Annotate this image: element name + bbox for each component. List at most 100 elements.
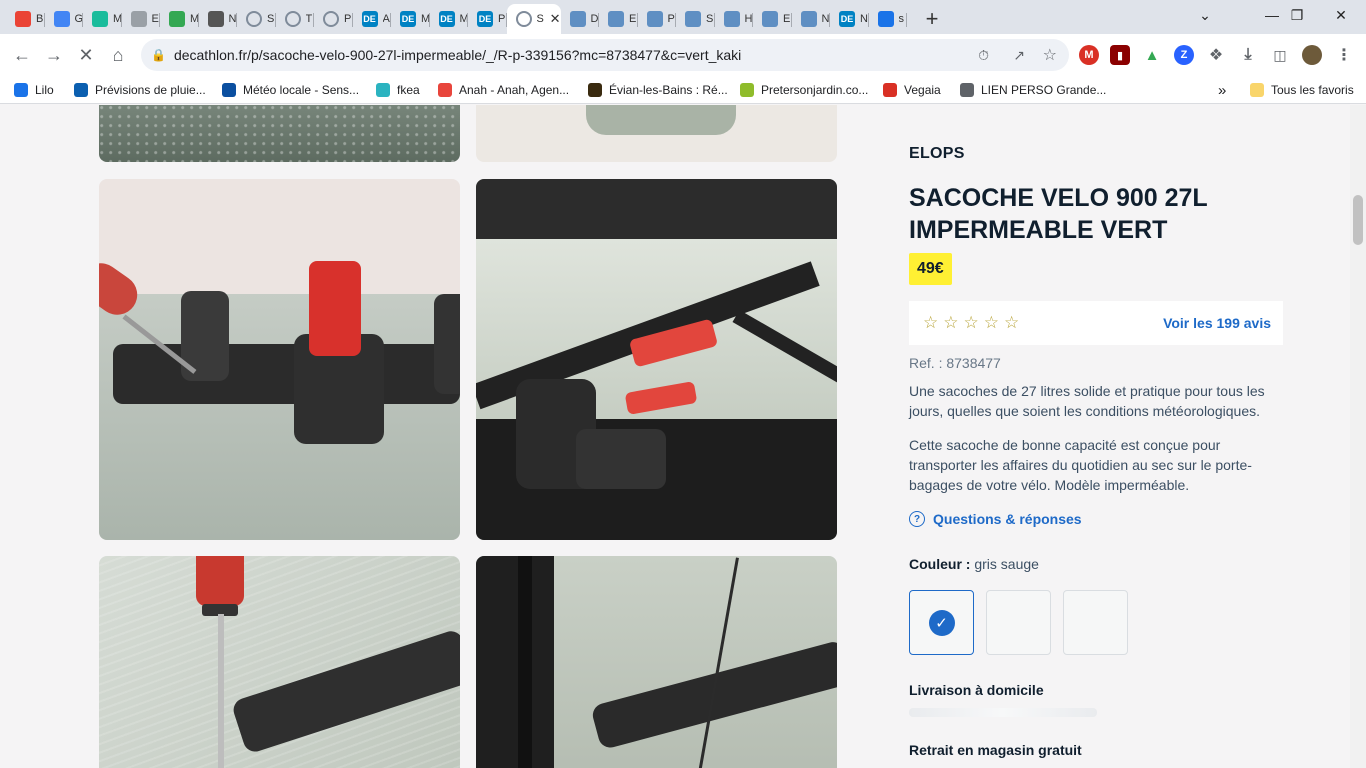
product-page: ELOPS SACOCHE VELO 900 27L IMPERMEABLE V…	[0, 105, 1350, 768]
loading-icon	[323, 11, 339, 27]
performance-icon[interactable]: ⏱	[978, 47, 989, 64]
side-panel-icon[interactable]: ◫	[1270, 45, 1290, 65]
tab-18[interactable]: S	[676, 4, 715, 34]
bookmark-label: Lilo	[35, 83, 54, 97]
bookmark-item[interactable]: Lilo	[14, 76, 54, 104]
tab-8[interactable]: T	[276, 4, 315, 34]
tab-12[interactable]: DE M	[430, 4, 468, 34]
reviews-link[interactable]: Voir les 199 avis	[1163, 315, 1271, 331]
bookmark-item[interactable]: Vegaia	[883, 76, 941, 104]
bookmarks-bar: Lilo Prévisions de pluie... Météo locale -…	[0, 76, 1366, 104]
home-icon[interactable]: ⌂	[102, 39, 134, 71]
tab-7[interactable]: S	[237, 4, 276, 34]
product-brand[interactable]: ELOPS	[909, 145, 965, 163]
product-title: SACOCHE VELO 900 27L IMPERMEABLE VERT	[909, 184, 1208, 244]
share-icon[interactable]: ↗	[1013, 47, 1025, 64]
tab-1[interactable]: B	[6, 4, 45, 34]
color-swatch-selected[interactable]: ✓	[909, 590, 974, 655]
forward-icon[interactable]: →	[38, 39, 70, 71]
tab-title: P	[498, 13, 506, 25]
bookmark-item[interactable]: Pretersonjardin.co...	[740, 76, 868, 104]
bookmark-favicon-icon	[222, 83, 236, 97]
bookmark-item[interactable]: fkea	[376, 76, 420, 104]
page-scrollbar[interactable]	[1350, 105, 1366, 768]
address-bar[interactable]: 🔒 decathlon.fr/p/sacoche-velo-900-27l-im…	[141, 39, 1069, 71]
tab-22[interactable]: DE N	[830, 4, 869, 34]
tab-5[interactable]: M	[160, 4, 199, 34]
tab-search-icon[interactable]: ⌄	[1183, 0, 1227, 30]
tab-14[interactable]: S ✕	[506, 4, 561, 34]
extension-m-icon[interactable]: M	[1079, 45, 1099, 65]
new-tab-button[interactable]: +	[917, 4, 947, 34]
tab-20[interactable]: E	[753, 4, 792, 34]
product-photo-top-left[interactable]	[99, 105, 460, 162]
bookmark-favicon-icon	[588, 83, 602, 97]
c-icon	[646, 11, 663, 27]
download-icon[interactable]: ⤓	[1238, 45, 1258, 65]
url-text[interactable]: decathlon.fr/p/sacoche-velo-900-27l-impe…	[174, 47, 741, 63]
tab-11[interactable]: DE M	[391, 4, 430, 34]
tab-6[interactable]: N	[199, 4, 238, 34]
tab-19[interactable]: H	[715, 4, 754, 34]
questions-answers-link[interactable]: ? Questions & réponses	[909, 511, 1082, 527]
pickup-title: Retrait en magasin gratuit	[909, 742, 1082, 758]
restore-button[interactable]: ❐	[1275, 0, 1319, 30]
tab-title: D	[590, 13, 599, 25]
decathlon-icon: DE	[361, 11, 378, 27]
tab-21[interactable]: N	[792, 4, 831, 34]
tab-bar: B G M E M N S T P DE A DE M DE M DE P S ✕ D E P S H E N DE Ns +	[0, 0, 1366, 34]
bookmark-item[interactable]: Anah - Anah, Agen...	[438, 76, 569, 104]
star-icon: ☆	[923, 313, 939, 332]
tab-10[interactable]: DE A	[353, 4, 392, 34]
color-swatch-2[interactable]	[986, 590, 1051, 655]
all-bookmarks-button[interactable]: Tous les favoris	[1250, 76, 1354, 104]
bookmark-favicon-icon	[14, 83, 28, 97]
product-photo-side-bars[interactable]	[476, 556, 837, 768]
close-tab-icon[interactable]: ✕	[550, 11, 561, 27]
product-reference: Ref. : 8738477	[909, 355, 1001, 371]
tab-4[interactable]: E	[122, 4, 161, 34]
bookmark-label: Pretersonjardin.co...	[761, 83, 869, 97]
tab-3[interactable]: M	[83, 4, 122, 34]
color-swatch-3[interactable]	[1063, 590, 1128, 655]
bookmark-item[interactable]: Évian-les-Bains : Ré...	[588, 76, 728, 104]
extension-drive-icon[interactable]: ▲	[1142, 45, 1162, 65]
tab-17[interactable]: P	[638, 4, 677, 34]
tab-23[interactable]: s	[869, 4, 908, 34]
tab-title: S	[536, 13, 544, 25]
bookmark-item[interactable]: LIEN PERSO Grande...	[960, 76, 1106, 104]
close-window-button[interactable]: ✕	[1319, 0, 1363, 30]
menu-kebab-icon[interactable]: ⋮	[1334, 45, 1354, 65]
product-photo-screwdriver[interactable]	[99, 556, 460, 768]
tab-13[interactable]: DE P	[468, 4, 507, 34]
tab-title: S	[706, 13, 714, 25]
bookmark-star-icon[interactable]: ☆	[1043, 45, 1057, 65]
bookmark-favicon-icon	[376, 83, 390, 97]
scrollbar-thumb[interactable]	[1353, 195, 1363, 245]
tab-9[interactable]: P	[314, 4, 353, 34]
question-icon: ?	[909, 511, 925, 527]
tab-16[interactable]: E	[599, 4, 638, 34]
tab-15[interactable]: D	[561, 4, 600, 34]
tab-title: H	[744, 13, 753, 25]
tab-title: E	[151, 13, 159, 25]
bookmark-item[interactable]: Météo locale - Sens...	[222, 76, 359, 104]
extensions-puzzle-icon[interactable]: ❖	[1206, 45, 1226, 65]
all-bookmarks-label: Tous les favoris	[1271, 83, 1354, 97]
product-photo-rack-mount[interactable]	[476, 179, 837, 540]
extension-zoom-icon[interactable]: Z	[1174, 45, 1194, 65]
tab-title: B	[36, 13, 44, 25]
bookmark-item[interactable]: Prévisions de pluie...	[74, 76, 206, 104]
back-icon[interactable]: ←	[6, 39, 38, 71]
product-photo-klickfix-rail[interactable]	[99, 179, 460, 540]
tab-title: P	[344, 13, 352, 25]
bookmarks-overflow-button[interactable]: »	[1218, 76, 1226, 104]
loading-icon	[284, 11, 301, 27]
tab-title: A	[382, 13, 390, 25]
profile-avatar[interactable]	[1302, 45, 1322, 65]
browser-toolbar: ← → ✕ ⌂ 🔒 decathlon.fr/p/sacoche-velo-90…	[0, 34, 1366, 76]
extension-lastpass-icon[interactable]: ▮	[1110, 45, 1130, 65]
product-photo-top-right[interactable]	[476, 105, 837, 162]
stop-loading-icon[interactable]: ✕	[70, 39, 102, 71]
tab-2[interactable]: G	[45, 4, 83, 34]
